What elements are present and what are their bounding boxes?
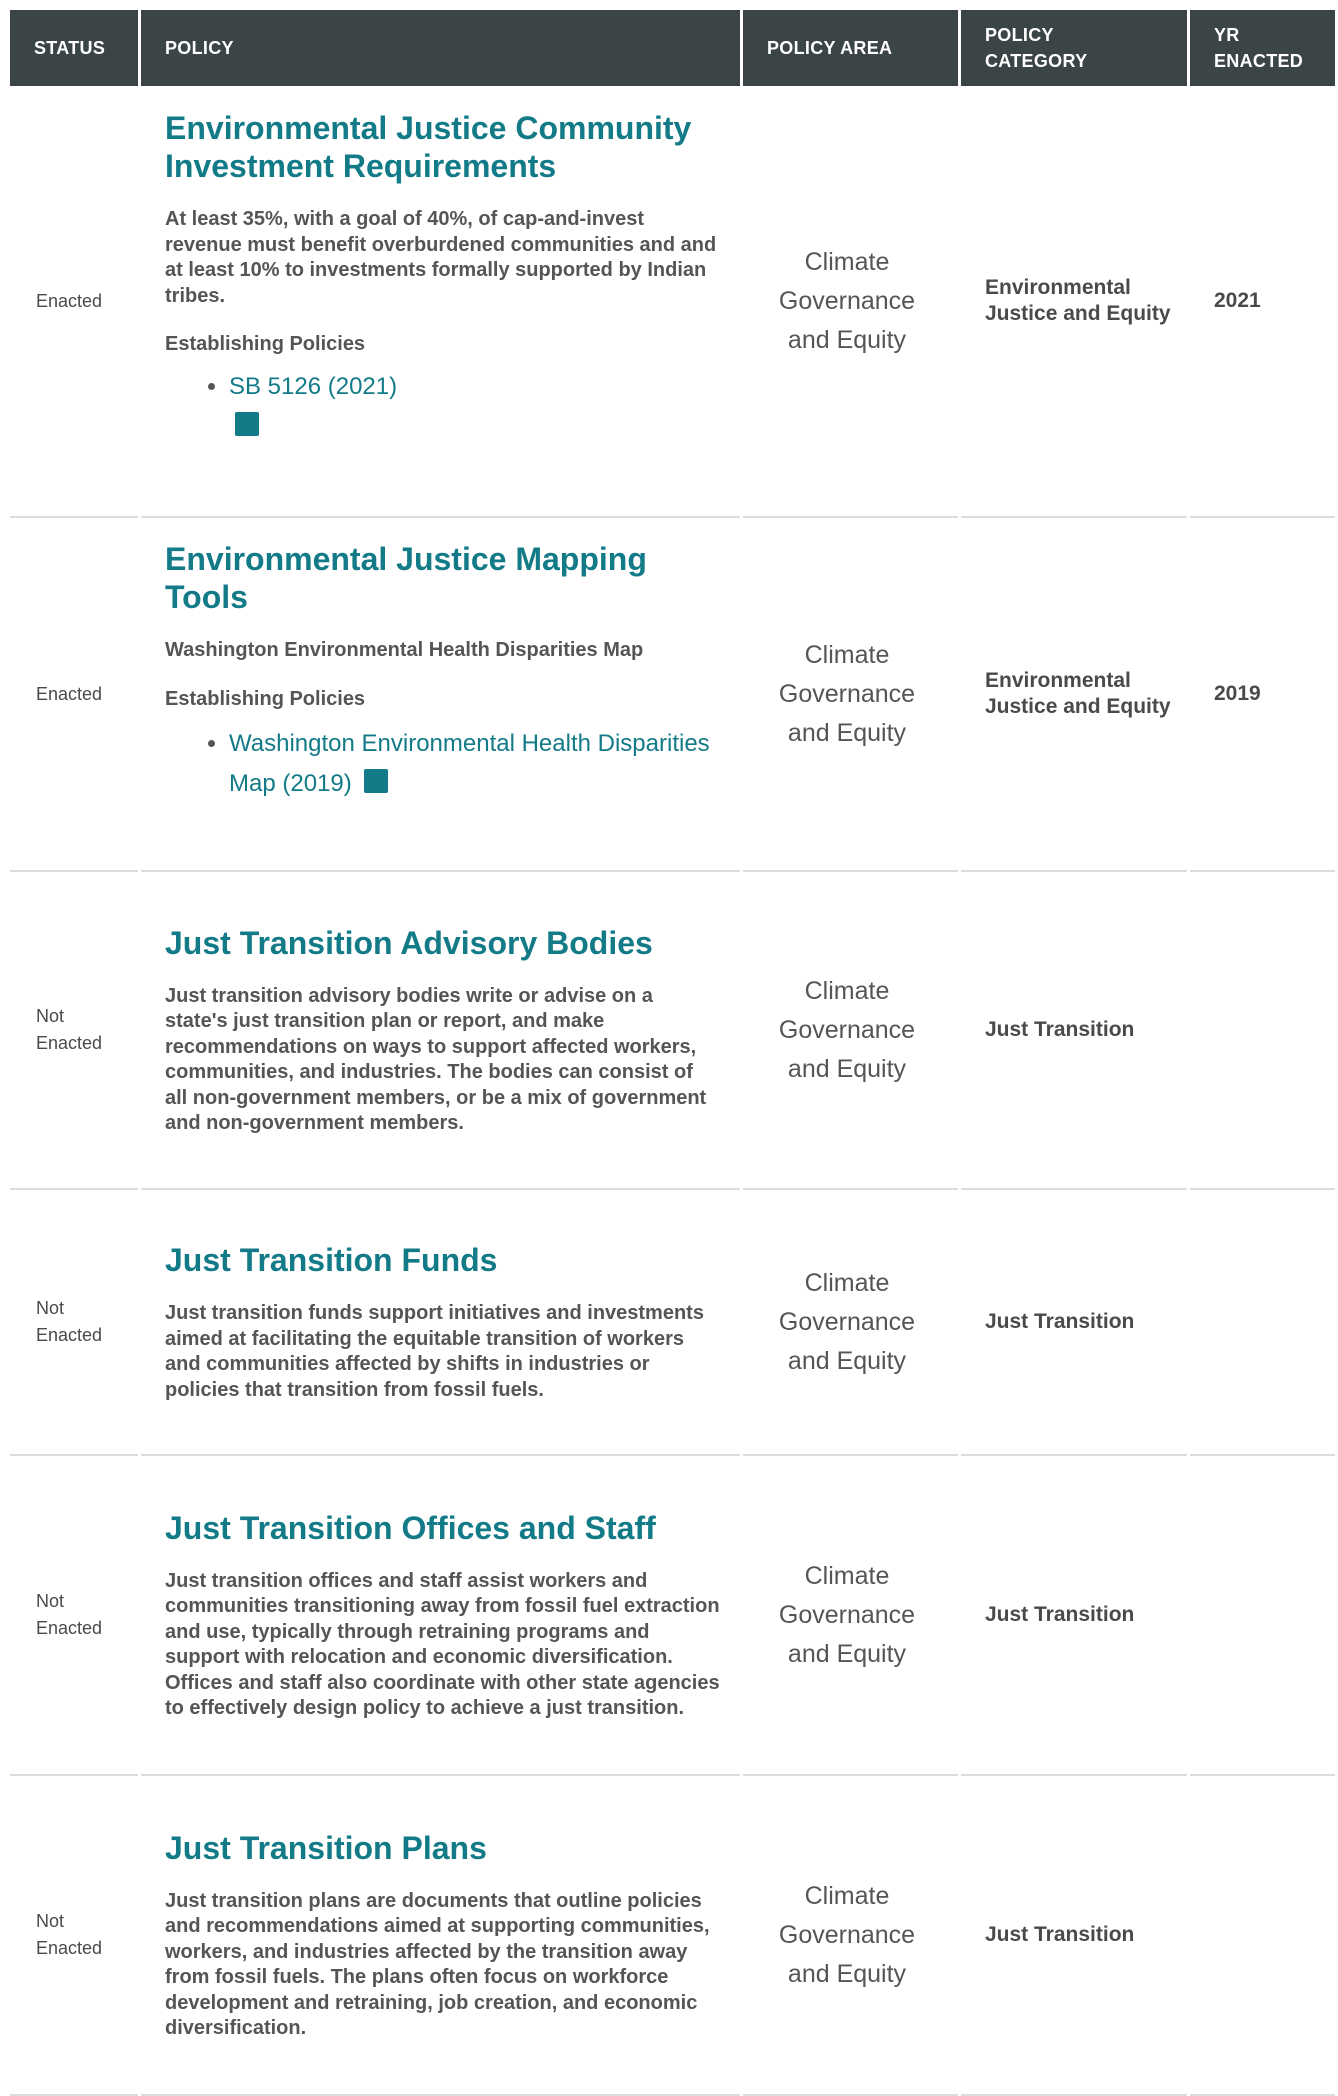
table-row: Not Enacted Just Transition Offices and S… [10, 1456, 1335, 1776]
policy-area-cell: Climate Governance and Equity [743, 1776, 958, 2096]
status-cell: Not Enacted [10, 872, 138, 1190]
policy-area-cell: Climate Governance and Equity [743, 86, 958, 518]
policy-cell: Environmental Justice Community Investme… [141, 86, 740, 518]
status-cell: Enacted [10, 86, 138, 518]
column-header-year-enacted[interactable]: YR ENACTED [1190, 10, 1335, 86]
establishing-policy-link[interactable]: SB 5126 (2021) [229, 373, 397, 400]
table-row: Not Enacted Just Transition Funds Just tr… [10, 1190, 1335, 1456]
year-enacted-cell [1190, 1190, 1335, 1456]
table-row: Enacted Environmental Justice Mapping To… [10, 518, 1335, 872]
status-cell: Not Enacted [10, 1456, 138, 1776]
policy-area-cell: Climate Governance and Equity [743, 1190, 958, 1456]
policy-area-cell: Climate Governance and Equity [743, 872, 958, 1190]
policy-title[interactable]: Just Transition Offices and Staff [165, 1509, 720, 1547]
policy-description: At least 35%, with a goal of 40%, of cap… [165, 208, 717, 307]
policy-title[interactable]: Environmental Justice Mapping Tools [165, 540, 720, 616]
policy-title[interactable]: Just Transition Plans [165, 1829, 720, 1867]
policy-title[interactable]: Just Transition Advisory Bodies [165, 924, 720, 962]
establishing-policies-list: SB 5126 (2021) [165, 367, 720, 447]
policy-table: STATUS POLICY POLICY AREA POLICY CATEGORY… [7, 10, 1338, 2096]
policy-category-cell: Just Transition [961, 1190, 1187, 1456]
column-header-policy-category[interactable]: POLICY CATEGORY [961, 10, 1187, 86]
policy-description: Just transition advisory bodies write or… [165, 984, 707, 1135]
policy-category-cell: Just Transition [961, 1776, 1187, 2096]
external-link-icon[interactable] [235, 412, 259, 436]
policy-category-cell: Just Transition [961, 872, 1187, 1190]
table-row: Enacted Environmental Justice Community … [10, 86, 1335, 518]
table-row: Not Enacted Just Transition Plans Just tr… [10, 1776, 1335, 2096]
external-link-icon[interactable] [363, 768, 388, 793]
policy-category-cell: Just Transition [961, 1456, 1187, 1776]
policy-cell: Just Transition Offices and Staff Just t… [141, 1456, 740, 1776]
table-body: Enacted Environmental Justice Community … [10, 86, 1335, 2096]
policy-cell: Just Transition Advisory Bodies Just tra… [141, 872, 740, 1190]
policy-title[interactable]: Environmental Justice Community Investme… [165, 109, 720, 185]
list-item: SB 5126 (2021) [229, 367, 720, 447]
establishing-policies-label: Establishing Policies [165, 333, 366, 355]
establishing-policies-label: Establishing Policies [165, 687, 366, 710]
status-cell: Enacted [10, 518, 138, 872]
policy-category-cell: Environmental Justice and Equity [961, 518, 1187, 872]
policy-description: Washington Environmental Health Disparit… [165, 639, 644, 661]
policy-area-cell: Climate Governance and Equity [743, 518, 958, 872]
policy-area-cell: Climate Governance and Equity [743, 1456, 958, 1776]
status-cell: Not Enacted [10, 1190, 138, 1456]
year-enacted-cell: 2021 [1190, 86, 1335, 518]
year-enacted-cell [1190, 1776, 1335, 2096]
policy-cell: Just Transition Plans Just transition pl… [141, 1776, 740, 2096]
policy-description: Just transition funds support initiative… [165, 1302, 704, 1401]
policy-category-cell: Environmental Justice and Equity [961, 86, 1187, 518]
policy-description: Just transition plans are documents that… [165, 1889, 710, 2040]
year-enacted-cell [1190, 872, 1335, 1190]
policy-cell: Environmental Justice Mapping Tools Wash… [141, 518, 740, 872]
policy-description: Just transition offices and staff assist… [165, 1569, 720, 1720]
year-enacted-cell: 2019 [1190, 518, 1335, 872]
column-header-status[interactable]: STATUS [10, 10, 138, 86]
status-cell: Not Enacted [10, 1776, 138, 2096]
list-item: Washington Environmental Health Disparit… [229, 724, 720, 804]
table-row: Not Enacted Just Transition Advisory Bodi… [10, 872, 1335, 1190]
column-header-policy[interactable]: POLICY [141, 10, 740, 86]
year-enacted-cell [1190, 1456, 1335, 1776]
column-header-policy-area[interactable]: POLICY AREA [743, 10, 958, 86]
policy-cell: Just Transition Funds Just transition fu… [141, 1190, 740, 1456]
establishing-policies-list: Washington Environmental Health Disparit… [165, 724, 720, 804]
table-header: STATUS POLICY POLICY AREA POLICY CATEGORY… [10, 10, 1335, 86]
policy-title[interactable]: Just Transition Funds [165, 1241, 720, 1279]
establishing-policy-link[interactable]: Washington Environmental Health Disparit… [229, 730, 710, 797]
